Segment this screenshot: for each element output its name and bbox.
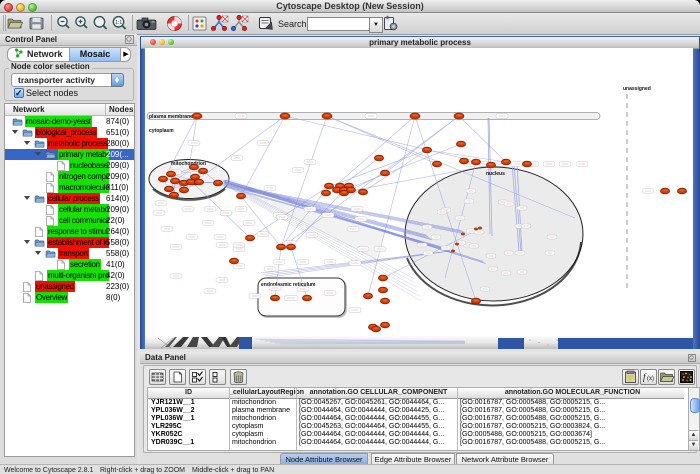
svg-text:plasma membrane: plasma membrane bbox=[149, 114, 193, 120]
svg-text:unassigned: unassigned bbox=[623, 86, 651, 92]
svg-text:1:1: 1:1 bbox=[115, 20, 122, 26]
svg-text:cytoplasm: cytoplasm bbox=[149, 128, 174, 134]
svg-text:(x): (x) bbox=[647, 376, 654, 382]
svg-text:mitochondrion: mitochondrion bbox=[171, 161, 206, 167]
svg-text:nucleus: nucleus bbox=[486, 171, 505, 177]
